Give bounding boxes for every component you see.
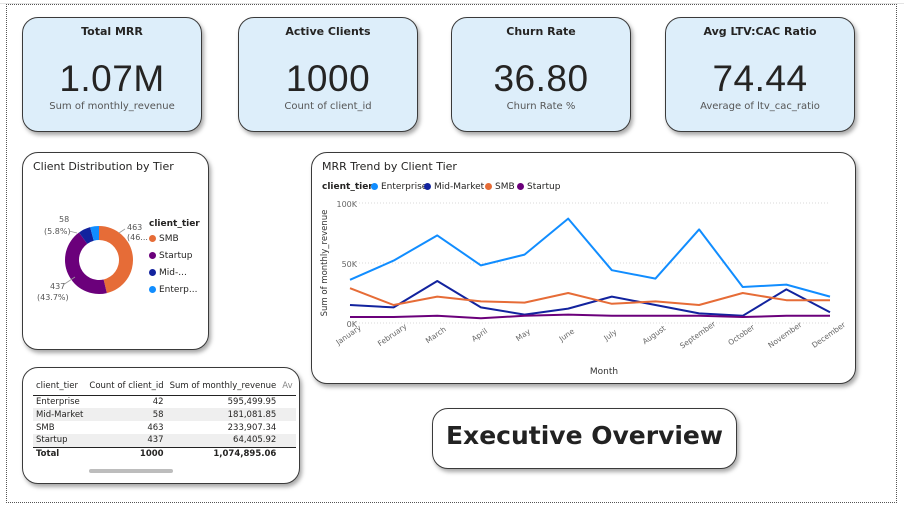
legend-label: Startup [159,251,193,261]
table-cell: Total [33,446,87,460]
table-cell: 437 [147,435,164,446]
donut-legend-item-smb[interactable]: SMB [149,234,179,244]
legend-dot-icon [149,269,156,276]
line-x-axis-label: Month [590,367,618,377]
line-chart[interactable]: January February March April May June July Augu… [312,153,857,385]
column-header[interactable]: Count of client_id [86,377,167,396]
column-header[interactable]: client_tier [33,377,87,396]
kpi-title: Churn Rate [506,25,576,38]
table-row[interactable]: Enterprise 42 595,499.95 [33,395,296,408]
column-header[interactable]: Sum of monthly_revenue [166,377,280,396]
table-card[interactable]: client_tier Count of client_id Sum of mo… [22,367,300,484]
kpi-card-churn-rate[interactable]: Churn Rate 36.80 Churn Rate % [451,17,631,132]
kpi-subtitle: Churn Rate % [506,101,576,112]
x-tick-label: December [810,320,848,350]
table-row[interactable]: Startup 437 64,405.92 [33,434,296,447]
donut-label-startup-pct: (43.7%) [37,293,69,302]
column-header[interactable]: Av [279,377,296,396]
donut-label-startup-count: 437 [50,282,65,291]
legend-dot-icon [149,286,156,293]
donut-legend-item-startup[interactable]: Startup [149,251,192,261]
donut-label-mid-count: 58 [59,215,69,224]
table-cell: 595,499.95 [227,396,277,407]
donut-label-mid-pct: (5.8%) [44,227,71,236]
kpi-subtitle: Count of client_id [284,101,372,112]
y-tick-label: 0K [347,320,358,329]
kpi-card-active-clients[interactable]: Active Clients 1000 Count of client_id [238,17,418,132]
line-y-axis-label: Sum of monthly_revenue [320,210,330,317]
table-cell: 42 [152,396,164,407]
table-cell: 1,074,895.06 [166,446,280,460]
legend-dot-icon [149,252,156,259]
kpi-card-total-mrr[interactable]: Total MRR 1.07M Sum of monthly_revenue [22,17,202,132]
table-cell: Mid-Market [36,409,84,420]
donut-leader-smb [118,228,126,234]
table-cell: 64,405.92 [233,435,277,446]
kpi-subtitle: Sum of monthly_revenue [49,101,175,112]
kpi-title: Avg LTV:CAC Ratio [703,25,817,38]
kpi-title: Total MRR [81,25,143,38]
y-tick-label: 50K [342,260,358,269]
x-tick-label: November [766,320,804,350]
table-cell: 463 [147,422,164,433]
x-tick-label: June [557,326,577,344]
table-cell: 233,907.34 [227,422,277,433]
legend-label: Enterp... [159,285,198,295]
line-chart-card[interactable]: MRR Trend by Client Tier client_tier Ent… [311,152,856,384]
donut-legend-item-mid-market[interactable]: Mid-... [149,268,187,278]
banner-title: Executive Overview [445,421,723,450]
series-line-startup[interactable] [350,313,830,320]
table-cell: 58 [152,409,164,420]
executive-overview-banner: Executive Overview [432,408,737,469]
y-tick-label: 100K [336,200,357,209]
donut-legend-title: client_tier [149,219,200,229]
donut-chart-card[interactable]: Client Distribution by Tier 58 (5.8%) 46… [22,152,209,350]
donut-label-smb-count: 463 [127,223,142,232]
table-total-row[interactable]: Total 1000 1,074,895.06 [33,446,296,460]
legend-label: SMB [159,234,179,244]
x-tick-label: May [514,327,532,344]
table-header-row: client_tier Count of client_id Sum of mo… [33,377,296,396]
tier-table[interactable]: client_tier Count of client_id Sum of mo… [33,377,296,460]
donut-legend-item-enterprise[interactable]: Enterp... [149,285,197,295]
table-cell: Enterprise [36,396,80,407]
x-tick-label: July [601,327,618,343]
x-tick-label: February [376,321,409,348]
x-tick-label: April [470,326,489,343]
table-row[interactable]: Mid-Market 58 181,081.85 [33,408,296,421]
kpi-value: 36.80 [493,58,589,99]
kpi-value: 1000 [285,58,371,99]
x-tick-label: August [641,324,668,346]
table-row[interactable]: SMB 463 233,907.34 [33,421,296,434]
x-tick-label: September [678,319,718,351]
donut-label-smb-pct: (46... [127,233,148,242]
table-horizontal-scrollbar[interactable] [89,469,173,473]
kpi-value: 1.07M [59,58,165,99]
table-cell: 181,081.85 [227,409,277,420]
kpi-title: Active Clients [285,25,371,38]
kpi-value: 74.44 [712,58,808,99]
series-line-enterprise[interactable] [349,217,831,298]
kpi-card-ltv-cac[interactable]: Avg LTV:CAC Ratio 74.44 Average of ltv_c… [665,17,855,132]
legend-label: Mid-... [159,268,187,278]
kpi-subtitle: Average of ltv_cac_ratio [700,101,820,112]
table-cell: 1000 [86,446,167,460]
table-cell: SMB [36,422,55,433]
table-cell: Startup [36,435,68,446]
legend-dot-icon [149,235,156,242]
x-tick-label: March [424,325,448,346]
x-tick-label: October [726,322,756,347]
